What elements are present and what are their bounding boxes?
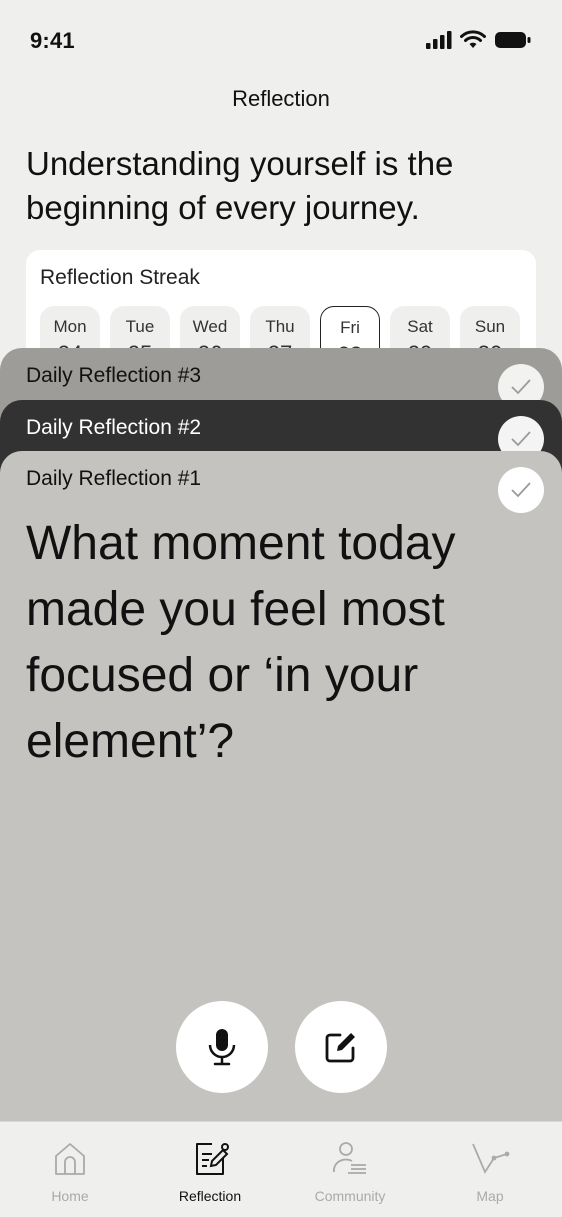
reflection-question: What moment today made you feel most foc… bbox=[26, 517, 456, 768]
status-bar: 9:41 bbox=[0, 0, 562, 80]
card-label: Daily Reflection #3 bbox=[26, 364, 202, 387]
reflection-card-1[interactable]: Daily Reflection #1 What moment today ma… bbox=[0, 451, 562, 1121]
tab-community[interactable]: Community bbox=[280, 1138, 420, 1204]
card-label: Daily Reflection #1 bbox=[26, 467, 202, 490]
tab-label: Reflection bbox=[178, 1188, 242, 1204]
tab-bar: Home Reflection Community Map bbox=[0, 1121, 562, 1217]
day-name: Mon bbox=[53, 317, 87, 336]
card-label: Daily Reflection #2 bbox=[26, 416, 202, 439]
voice-record-button[interactable] bbox=[176, 1001, 268, 1093]
checkmark-icon bbox=[511, 431, 531, 447]
map-icon bbox=[472, 1143, 510, 1174]
checkmark-icon bbox=[511, 482, 531, 498]
day-name: Thu bbox=[265, 317, 295, 336]
checkmark-icon bbox=[511, 379, 531, 395]
day-name: Fri bbox=[340, 318, 360, 337]
edit-icon bbox=[325, 1033, 355, 1063]
day-name: Sat bbox=[407, 317, 433, 336]
tab-label: Home bbox=[51, 1188, 89, 1204]
complete-check-button[interactable] bbox=[498, 467, 544, 513]
status-icons bbox=[426, 30, 532, 50]
battery-icon bbox=[495, 32, 531, 48]
tab-home[interactable]: Home bbox=[0, 1138, 140, 1204]
status-time: 9:41 bbox=[30, 28, 75, 53]
day-name: Sun bbox=[474, 317, 506, 336]
headline-quote: Understanding yourself is the beginning … bbox=[26, 145, 454, 226]
home-icon bbox=[55, 1143, 85, 1175]
streak-title: Reflection Streak bbox=[40, 266, 200, 289]
day-name: Tue bbox=[125, 317, 155, 336]
tab-map[interactable]: Map bbox=[420, 1138, 560, 1204]
reflection-icon bbox=[196, 1143, 229, 1175]
microphone-icon bbox=[208, 1029, 236, 1066]
tab-label: Community bbox=[314, 1188, 386, 1204]
wifi-icon bbox=[460, 30, 486, 48]
page-title: Reflection bbox=[232, 86, 330, 111]
write-entry-button[interactable] bbox=[295, 1001, 387, 1093]
community-icon bbox=[333, 1142, 366, 1174]
tab-reflection[interactable]: Reflection bbox=[140, 1138, 280, 1204]
signal-icon bbox=[426, 31, 452, 49]
day-name: Wed bbox=[192, 317, 228, 336]
tab-label: Map bbox=[476, 1188, 504, 1204]
